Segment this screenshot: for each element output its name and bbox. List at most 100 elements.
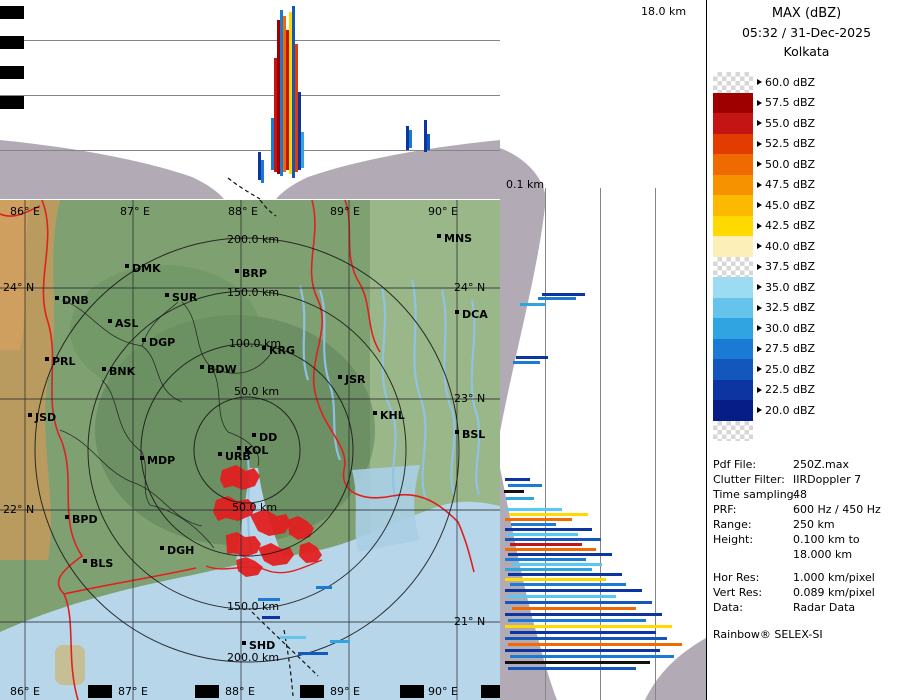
product-datetime: 05:32 / 31-Dec-2025 bbox=[707, 25, 906, 40]
longitude-label: 86° E bbox=[10, 205, 40, 218]
legend-info-value: 0.089 km/pixel bbox=[793, 585, 875, 600]
city-marker bbox=[373, 411, 377, 415]
city-marker bbox=[455, 430, 459, 434]
legend-tick-arrow-icon bbox=[757, 325, 762, 331]
echo-profile-bar bbox=[513, 361, 540, 364]
echo-profile-bar bbox=[508, 484, 542, 487]
legend-scale-row: 25.0 dBZ bbox=[713, 359, 815, 380]
legend-tick-arrow-icon bbox=[757, 264, 762, 270]
longitude-label: 87° E bbox=[118, 685, 148, 698]
echo-profile-bar bbox=[516, 356, 548, 359]
legend-scale-label: 30.0 dBZ bbox=[765, 322, 815, 335]
echo-profile-bar bbox=[505, 601, 652, 604]
legend-color-swatch bbox=[713, 359, 753, 380]
city-label: BNK bbox=[109, 365, 136, 378]
legend-color-swatch bbox=[713, 113, 753, 134]
legend-tick-arrow-icon bbox=[757, 243, 762, 249]
legend-info-value: 250 km bbox=[793, 517, 835, 532]
legend-scale-label: 20.0 dBZ bbox=[765, 404, 815, 417]
city-label: DD bbox=[259, 431, 277, 444]
echo-profile-bar bbox=[510, 583, 626, 586]
legend-info-row: Height:0.100 km to bbox=[713, 532, 905, 547]
city-label: MDP bbox=[147, 454, 175, 467]
city-label: ASL bbox=[115, 317, 138, 330]
echo-profile-bar bbox=[505, 548, 596, 551]
legend-scale-row: 57.5 dBZ bbox=[713, 93, 815, 114]
axis-tick-box bbox=[400, 685, 424, 698]
legend-panel: MAX (dBZ) 05:32 / 31-Dec-2025 Kolkata 60… bbox=[706, 0, 906, 700]
city-label: DCA bbox=[462, 308, 488, 321]
legend-tick-arrow-icon bbox=[757, 182, 762, 188]
legend-tick-arrow-icon bbox=[757, 223, 762, 229]
legend-info-label: Hor Res: bbox=[713, 570, 793, 585]
legend-tick-arrow-icon bbox=[757, 284, 762, 290]
echo-profile-bar bbox=[509, 513, 588, 516]
legend-color-swatch bbox=[713, 277, 753, 298]
legend-tick-arrow-icon bbox=[757, 407, 762, 413]
legend-color-swatch bbox=[713, 380, 753, 401]
legend-color-swatch bbox=[713, 421, 753, 442]
legend-scale-row: 55.0 dBZ bbox=[713, 113, 815, 134]
echo-profile-bar bbox=[512, 607, 636, 610]
city-marker bbox=[55, 296, 59, 300]
city-label: SHD bbox=[249, 639, 275, 652]
legend-info-value: Radar Data bbox=[793, 600, 855, 615]
legend-info-value: 250Z.max bbox=[793, 457, 849, 472]
max-height-label: 18.0 km bbox=[641, 5, 686, 18]
city-marker bbox=[140, 456, 144, 460]
radar-site-name: Kolkata bbox=[707, 44, 906, 59]
echo-profile-bar bbox=[538, 297, 576, 300]
product-title: MAX (dBZ) bbox=[707, 6, 906, 21]
height-gridline bbox=[0, 40, 500, 41]
legend-tick-arrow-icon bbox=[757, 366, 762, 372]
echo-profile-bar bbox=[506, 508, 562, 511]
height-gridline bbox=[0, 95, 500, 96]
city-marker bbox=[252, 433, 256, 437]
ew-height-profile-panel bbox=[0, 0, 500, 200]
legend-scale-row: 27.5 dBZ bbox=[713, 339, 815, 360]
echo-profile-bar bbox=[505, 518, 572, 521]
city-marker bbox=[83, 559, 87, 563]
legend-scale-label: 42.5 dBZ bbox=[765, 219, 815, 232]
legend-scale-label: 27.5 dBZ bbox=[765, 342, 815, 355]
legend-info-row: Range:250 km bbox=[713, 517, 905, 532]
city-label: BRP bbox=[242, 267, 267, 280]
city-label: BPD bbox=[72, 513, 98, 526]
city-label: DNB bbox=[62, 294, 89, 307]
legend-info-row: Hor Res:1.000 km/pixel bbox=[713, 570, 905, 585]
longitude-label: 88° E bbox=[228, 205, 258, 218]
legend-color-swatch bbox=[713, 134, 753, 155]
city-marker bbox=[262, 346, 266, 350]
software-brand: Rainbow® SELEX-SI bbox=[713, 628, 823, 641]
range-ring-label: 50.0 km bbox=[234, 385, 279, 398]
delta-island-outline bbox=[220, 465, 260, 490]
city-marker bbox=[235, 269, 239, 273]
longitude-label: 86° E bbox=[10, 685, 40, 698]
delta-waters bbox=[352, 465, 420, 552]
legend-scale-label: 25.0 dBZ bbox=[765, 363, 815, 376]
city-marker bbox=[242, 641, 246, 645]
legend-tick-arrow-icon bbox=[757, 79, 762, 85]
legend-info-label: Time sampling: bbox=[713, 487, 793, 502]
legend-scale-row: 32.5 dBZ bbox=[713, 298, 815, 319]
legend-scale-row bbox=[713, 421, 815, 442]
city-label: URB bbox=[225, 450, 251, 463]
city-marker bbox=[108, 319, 112, 323]
city-marker bbox=[165, 293, 169, 297]
radar-display-window: 200.0 km150.0 km100.0 km50.0 km50.0 km15… bbox=[0, 0, 906, 700]
echo-profile-bar bbox=[505, 578, 606, 581]
legend-info-row: Pdf File:250Z.max bbox=[713, 457, 905, 472]
plan-view-map-panel: 200.0 km150.0 km100.0 km50.0 km50.0 km15… bbox=[0, 200, 500, 700]
echo-profile-bar bbox=[505, 625, 672, 628]
ew-profile-canvas bbox=[0, 0, 500, 200]
echo-profile-bar bbox=[508, 533, 578, 536]
city-label: JSD bbox=[34, 411, 56, 424]
legend-info-label: Vert Res: bbox=[713, 585, 793, 600]
echo-profile-bar bbox=[261, 160, 264, 183]
legend-info-gap bbox=[713, 562, 905, 570]
city-label: BLS bbox=[90, 557, 113, 570]
legend-tick-arrow-icon bbox=[757, 161, 762, 167]
echo-profile-bar bbox=[505, 538, 601, 541]
legend-info-row: Data:Radar Data bbox=[713, 600, 905, 615]
city-label: BDW bbox=[207, 363, 237, 376]
